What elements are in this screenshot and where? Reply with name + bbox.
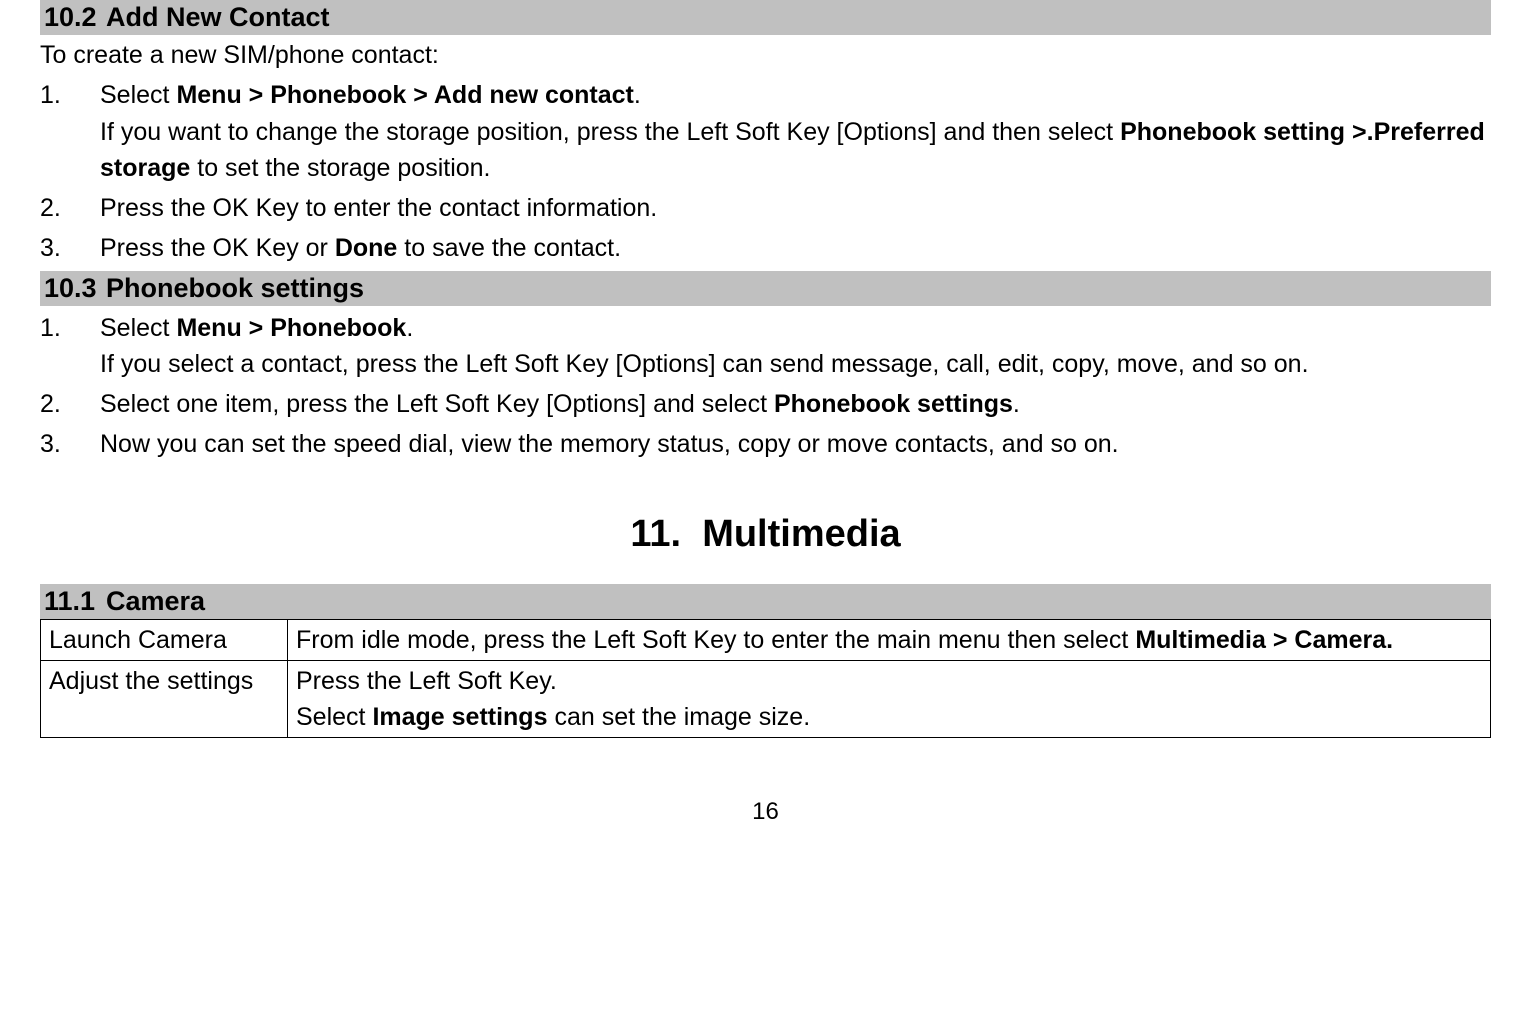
table-row: Adjust the settings Press the Left Soft … [41, 660, 1491, 738]
sub-line: If you want to change the storage positi… [100, 114, 1491, 187]
list-body: Select one item, press the Left Soft Key… [100, 386, 1491, 422]
page-number: 16 [40, 798, 1491, 826]
list-number: 1. [40, 77, 100, 186]
text-line: Select Image settings can set the image … [296, 699, 1482, 735]
document-page: 10.2Add New Contact To create a new SIM/… [0, 0, 1531, 866]
table-row: Launch Camera From idle mode, press the … [41, 619, 1491, 660]
section-number: 11.1 [44, 586, 106, 617]
bold-run: Image settings [372, 703, 547, 731]
list-body: Select Menu > Phonebook > Add new contac… [100, 77, 1491, 186]
bold-run: Menu > Phonebook > Add new contact [176, 81, 633, 109]
list-number: 1. [40, 310, 100, 383]
text-run: to set the storage position. [190, 154, 490, 182]
list-number: 3. [40, 230, 100, 266]
text-run: From idle mode, press the Left Soft Key … [296, 626, 1135, 654]
intro-line: To create a new SIM/phone contact: [40, 37, 1491, 73]
table-cell-content: Press the Left Soft Key. Select Image se… [288, 660, 1491, 738]
list-item: 2. Select one item, press the Left Soft … [40, 386, 1491, 422]
section-heading-11-1: 11.1Camera [40, 584, 1491, 619]
table-cell-label: Launch Camera [41, 619, 288, 660]
chapter-heading-11: 11. Multimedia [40, 513, 1491, 556]
text-run: Select one item, press the Left Soft Key… [100, 390, 774, 418]
bold-run: Done [335, 234, 398, 262]
section-number: 10.2 [44, 2, 106, 33]
camera-table: Launch Camera From idle mode, press the … [40, 619, 1491, 739]
list-number: 3. [40, 426, 100, 462]
table-cell-content: From idle mode, press the Left Soft Key … [288, 619, 1491, 660]
list-item: 1. Select Menu > Phonebook. If you selec… [40, 310, 1491, 383]
text-run: . [406, 314, 413, 342]
table-cell-label: Adjust the settings [41, 660, 288, 738]
list-body: Press the OK Key or Done to save the con… [100, 230, 1491, 266]
list-item: 2. Press the OK Key to enter the contact… [40, 190, 1491, 226]
text-line: Press the Left Soft Key. [296, 663, 1482, 699]
list-item: 1. Select Menu > Phonebook > Add new con… [40, 77, 1491, 186]
list-body: Press the OK Key to enter the contact in… [100, 190, 1491, 226]
section-title: Add New Contact [106, 2, 330, 32]
text-run: Select [100, 81, 176, 109]
section-title: Phonebook settings [106, 273, 364, 303]
section-heading-10-2: 10.2Add New Contact [40, 0, 1491, 35]
text-run: can set the image size. [548, 703, 811, 731]
section-103-body: 1. Select Menu > Phonebook. If you selec… [40, 310, 1491, 463]
text-run: . [1013, 390, 1020, 418]
sub-line: If you select a contact, press the Left … [100, 346, 1491, 382]
chapter-title-text: Multimedia [702, 513, 900, 555]
section-heading-10-3: 10.3Phonebook settings [40, 271, 1491, 306]
bold-run: Menu > Phonebook [176, 314, 406, 342]
text-run: to save the contact. [397, 234, 621, 262]
section-number: 10.3 [44, 273, 106, 304]
bold-run: Phonebook settings [774, 390, 1013, 418]
text-run: Select [296, 703, 372, 731]
section-102-body: To create a new SIM/phone contact: 1. Se… [40, 37, 1491, 267]
bold-run: Multimedia > Camera. [1135, 626, 1393, 654]
text-run: If you want to change the storage positi… [100, 118, 1120, 146]
list-number: 2. [40, 190, 100, 226]
chapter-number: 11. [630, 513, 681, 555]
text-run: . [634, 81, 641, 109]
text-run: Select [100, 314, 176, 342]
text-run: Press the OK Key or [100, 234, 335, 262]
list-item: 3. Press the OK Key or Done to save the … [40, 230, 1491, 266]
list-body: Now you can set the speed dial, view the… [100, 426, 1491, 462]
list-number: 2. [40, 386, 100, 422]
list-body: Select Menu > Phonebook. If you select a… [100, 310, 1491, 383]
section-title: Camera [106, 586, 205, 616]
list-item: 3. Now you can set the speed dial, view … [40, 426, 1491, 462]
ordered-list-102: 1. Select Menu > Phonebook > Add new con… [40, 77, 1491, 266]
ordered-list-103: 1. Select Menu > Phonebook. If you selec… [40, 310, 1491, 463]
